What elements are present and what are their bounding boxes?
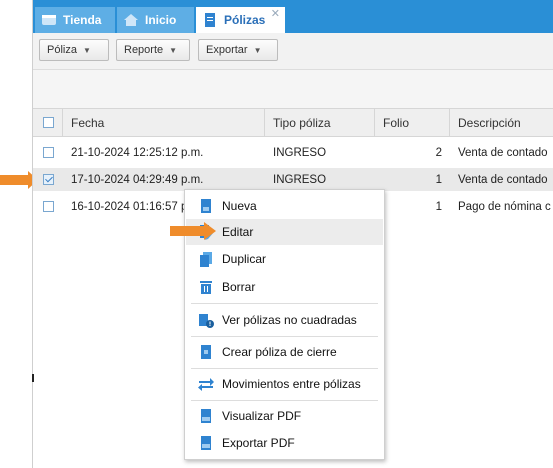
descripcion-cell: Venta de contado — [458, 146, 548, 159]
menu-item-label: Crear póliza de cierre — [222, 345, 337, 359]
tab-polizas[interactable]: Pólizas ✕ — [196, 7, 285, 33]
menu-item-label: Duplicar — [222, 252, 267, 266]
poliza-label: Póliza — [47, 44, 77, 56]
menu-item-nueva[interactable]: Nueva — [186, 193, 383, 219]
folio-cell: 1 — [435, 173, 442, 186]
column-header-fecha[interactable]: Fecha — [63, 109, 265, 136]
chevron-down-icon: ▼ — [82, 45, 91, 55]
toolbar: Póliza ▼ Reporte ▼ Exportar ▼ — [33, 33, 553, 70]
duplicate-icon — [200, 252, 212, 267]
unbalanced-documents-icon — [199, 314, 214, 328]
exportar-menu-button[interactable]: Exportar ▼ — [198, 39, 278, 61]
menu-item-movimientos-entre-polizas[interactable]: Movimientos entre pólizas — [186, 371, 383, 397]
reporte-label: Reporte — [124, 44, 164, 56]
menu-item-ver-polizas-no-cuadradas[interactable]: Ver pólizas no cuadradas — [186, 307, 383, 333]
select-all-checkbox[interactable] — [43, 117, 54, 128]
menu-item-visualizar-pdf[interactable]: Visualizar PDF — [186, 403, 383, 429]
menu-item-duplicar[interactable]: Duplicar — [186, 246, 383, 272]
column-header-folio[interactable]: Folio — [375, 109, 450, 136]
grid-header: Fecha Tipo póliza Folio Descripción — [33, 108, 553, 137]
row-checkbox[interactable] — [43, 201, 54, 212]
fecha-cell: 17-10-2024 04:29:49 p.m. — [71, 173, 204, 186]
column-header-descripcion[interactable]: Descripción — [450, 109, 553, 136]
menu-item-label: Exportar PDF — [222, 436, 295, 450]
home-icon — [124, 14, 138, 26]
table-row[interactable]: 21-10-2024 12:25:12 p.m. INGRESO 2 Venta… — [33, 141, 553, 164]
menu-item-borrar[interactable]: Borrar — [186, 274, 383, 300]
trash-icon — [200, 281, 212, 294]
menu-item-label: Movimientos entre pólizas — [222, 377, 361, 391]
tab-label: Pólizas — [224, 13, 266, 27]
transfer-arrows-icon — [198, 378, 214, 391]
tipo-cell: INGRESO — [273, 173, 327, 186]
menu-separator — [191, 368, 378, 369]
table-row[interactable]: 17-10-2024 04:29:49 p.m. INGRESO 1 Venta… — [33, 168, 553, 191]
menu-item-label: Ver pólizas no cuadradas — [222, 313, 357, 327]
document-icon — [205, 13, 215, 27]
outside-area — [0, 0, 32, 468]
menu-item-label: Visualizar PDF — [222, 409, 302, 423]
tab-inicio[interactable]: Inicio — [117, 7, 194, 33]
closing-document-icon — [201, 345, 211, 359]
menu-pointer-arrow — [170, 222, 216, 240]
tipo-cell: INGRESO — [273, 146, 327, 159]
pdf-export-icon — [201, 436, 211, 450]
menu-separator — [191, 400, 378, 401]
grid-filter-bar — [33, 70, 553, 108]
row-checkbox[interactable] — [43, 147, 54, 158]
chevron-down-icon: ▼ — [253, 45, 262, 55]
close-tab-icon[interactable]: ✕ — [271, 7, 280, 20]
new-document-icon — [201, 199, 211, 213]
folio-cell: 1 — [435, 200, 442, 213]
menu-item-crear-poliza-de-cierre[interactable]: Crear póliza de cierre — [186, 339, 383, 365]
row-checkbox[interactable] — [43, 174, 54, 185]
column-header-tipo[interactable]: Tipo póliza — [265, 109, 375, 136]
tab-bar: Tienda Inicio Pólizas ✕ — [33, 0, 553, 33]
menu-separator — [191, 336, 378, 337]
descripcion-cell: Venta de contado — [458, 173, 548, 186]
menu-item-label: Borrar — [222, 280, 256, 294]
menu-separator — [191, 303, 378, 304]
poliza-menu-button[interactable]: Póliza ▼ — [39, 39, 109, 61]
menu-item-exportar-pdf[interactable]: Exportar PDF — [186, 430, 383, 456]
store-icon — [42, 15, 56, 25]
chevron-down-icon: ▼ — [169, 45, 178, 55]
tab-label: Inicio — [145, 13, 177, 27]
fecha-cell: 21-10-2024 12:25:12 p.m. — [71, 146, 204, 159]
tab-tienda[interactable]: Tienda — [35, 7, 115, 33]
exportar-label: Exportar — [206, 44, 248, 56]
folio-cell: 2 — [435, 146, 442, 159]
menu-item-label: Editar — [222, 225, 254, 239]
pdf-view-icon — [201, 409, 211, 423]
reporte-menu-button[interactable]: Reporte ▼ — [116, 39, 190, 61]
select-all-cell — [33, 109, 63, 136]
tab-label: Tienda — [63, 13, 102, 27]
menu-item-label: Nueva — [222, 199, 257, 213]
cursor-mark — [32, 374, 34, 382]
descripcion-cell: Pago de nómina c — [458, 200, 551, 213]
